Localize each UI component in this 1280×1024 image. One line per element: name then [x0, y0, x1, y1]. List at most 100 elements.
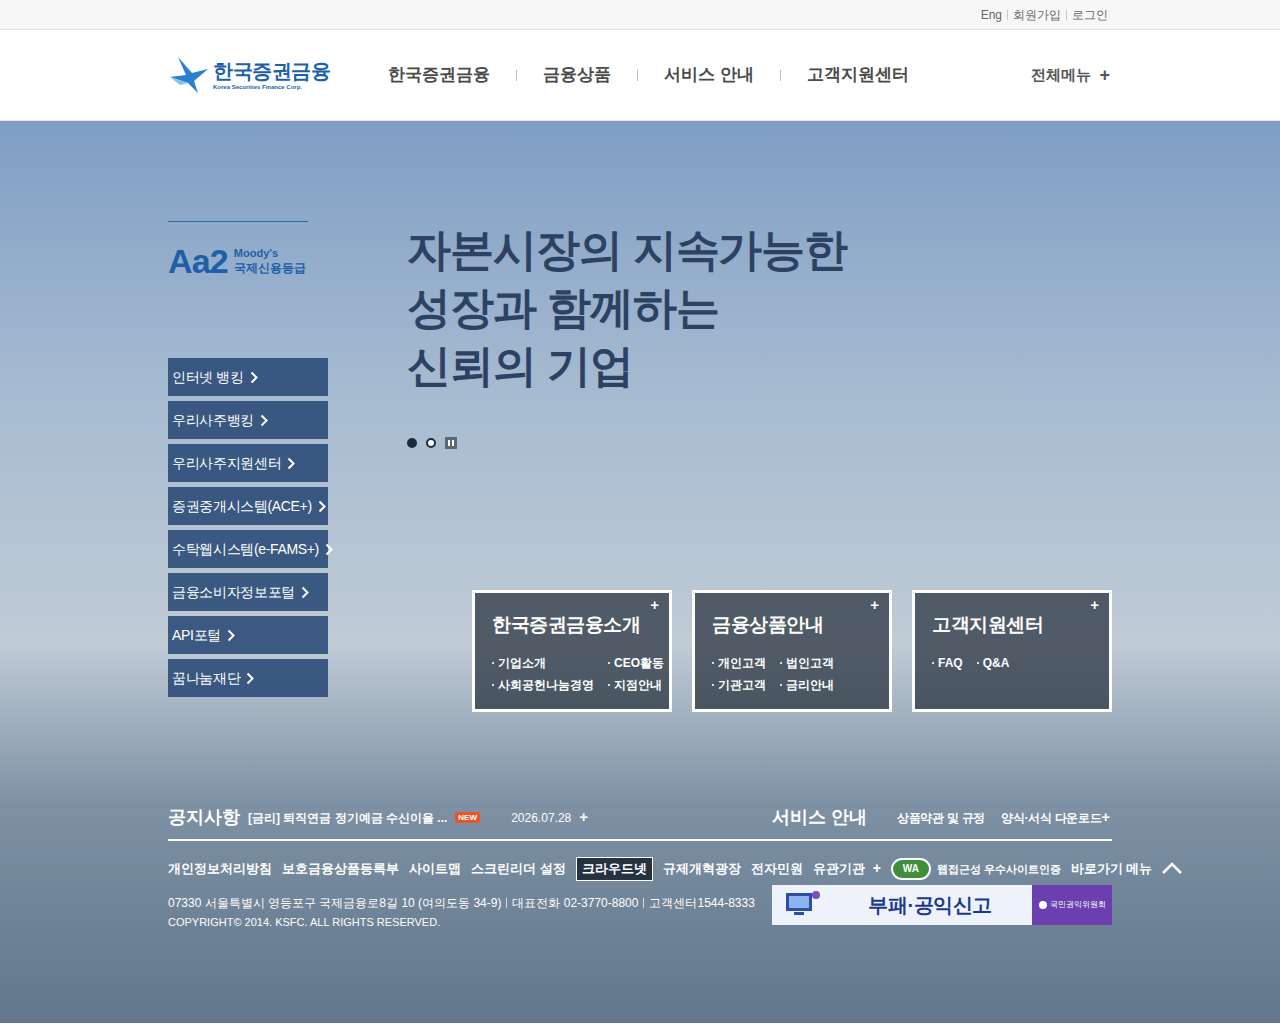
left-column: Aa2Moody's국제신용등급인터넷 뱅킹우리사주뱅킹우리사주지원센터증권중개… — [168, 221, 328, 712]
pause-icon[interactable] — [445, 437, 457, 449]
service-link[interactable]: 상품약관 및 규정 — [897, 809, 985, 827]
bullet — [780, 684, 782, 686]
page: Eng회원가입로그인한국증권금융Korea Securities Finance… — [0, 0, 1280, 1023]
card-title: 금융상품안내 — [712, 611, 872, 640]
nav-item[interactable]: 고객지원센터 — [807, 62, 909, 88]
card-link[interactable]: 금리안내 — [780, 676, 872, 694]
rating-text: Moody's국제신용등급 — [234, 247, 306, 278]
footer-link[interactable]: 전자민원 — [751, 859, 803, 879]
all-menu-button[interactable]: 전체메뉴 + — [1031, 62, 1112, 89]
top-link[interactable]: Eng — [981, 6, 1002, 24]
hero-inner: Aa2Moody's국제신용등급인터넷 뱅킹우리사주뱅킹우리사주지원센터증권중개… — [168, 121, 1112, 930]
icon-wrap — [325, 543, 333, 556]
footer-link[interactable]: 규제개혁광장 — [663, 859, 741, 879]
address-line: 07330 서울특별시 영등포구 국제금융로8길 10 (여의도동 34-9)대… — [168, 894, 755, 912]
card-link[interactable]: 사회공헌나눔경영 — [492, 676, 594, 694]
rating-grade: Aa2 — [168, 244, 228, 278]
bullet — [932, 662, 934, 664]
info-card[interactable]: +금융상품안내개인고객 법인고객기관고객 금리안내 — [692, 590, 892, 712]
quick-link[interactable]: 꿈나눔재단 — [168, 659, 328, 697]
headline-line: 신뢰의 기업 — [407, 337, 1112, 395]
plus-icon: + — [873, 858, 881, 879]
chevron-right-icon — [325, 543, 333, 556]
quick-link-label: API포털 — [172, 625, 221, 646]
logo-english: Korea Securities Finance Corp. — [213, 84, 330, 90]
banner-title: 부패·공익신고 — [828, 890, 1032, 920]
quick-links: 인터넷 뱅킹우리사주뱅킹우리사주지원센터증권중개시스템(ACE+) 수탁웹시스템(… — [168, 358, 328, 697]
chevron-right-icon — [318, 500, 326, 513]
service-link[interactable]: 양식·서식 다운로드 — [1001, 809, 1101, 827]
separator — [1066, 10, 1067, 20]
bullet — [608, 684, 610, 686]
card-link[interactable]: 기관고객 — [712, 676, 766, 694]
top-link[interactable]: 로그인 — [1072, 6, 1108, 24]
slide-dot[interactable] — [426, 438, 436, 448]
nav-item[interactable]: 한국증권금융 — [388, 62, 490, 88]
computer-icon — [772, 885, 828, 925]
all-menu-label: 전체메뉴 — [1031, 64, 1091, 87]
card-link[interactable]: 법인고객 — [780, 654, 872, 672]
card-link[interactable]: FAQ — [932, 654, 963, 672]
footer-link[interactable]: 사이트맵 — [409, 859, 461, 879]
banner-org: 국민권익위원회 — [1032, 885, 1112, 925]
footer-link[interactable]: 개인정보처리방침 — [168, 859, 272, 879]
info-card[interactable]: +한국증권금융소개기업소개CEO활동사회공헌나눔경영지점안내 — [472, 590, 672, 712]
footer-link[interactable]: 유관기관+ — [813, 858, 881, 879]
info-cards: + 한국증권금융소개기업소개 CEO활동사회공헌나눔경영 지점안내 +금융상품안내개인고… — [407, 590, 1112, 712]
card-link[interactable]: 기업소개 — [492, 654, 594, 672]
plus-icon[interactable]: + — [1101, 806, 1112, 829]
footer-link[interactable]: 보호금융상품등록부 — [282, 859, 399, 879]
notice-text[interactable]: [금리] 퇴직연금 정기예금 수신이율 ... — [248, 809, 447, 827]
header-inner: 한국증권금융Korea Securities Finance Corp.한국증권… — [168, 30, 1112, 120]
bullet — [780, 662, 782, 664]
quick-link[interactable]: 증권중개시스템(ACE+) — [168, 487, 328, 525]
main-nav: 한국증권금융 금융상품 서비스 안내 고객지원센터 — [388, 62, 909, 88]
card-link[interactable]: 개인고객 — [712, 654, 766, 672]
logo[interactable]: 한국증권금융Korea Securities Finance Corp. — [168, 55, 330, 95]
quick-link[interactable]: 우리사주뱅킹 — [168, 401, 328, 439]
card-title: 한국증권금융소개 — [492, 611, 652, 640]
footer-link[interactable]: 크라우드넷 — [576, 857, 653, 881]
icon-wrap — [168, 55, 210, 95]
icon-wrap — [301, 586, 309, 599]
plus-icon: + — [870, 597, 879, 612]
quick-link[interactable]: 인터넷 뱅킹 — [168, 358, 328, 396]
nav-item[interactable]: 금융상품 — [543, 62, 611, 88]
card-link[interactable]: CEO활동 — [608, 654, 664, 672]
separator — [643, 898, 644, 908]
accessibility-badge[interactable]: WA웹접근성 우수사이트인증 — [891, 858, 1061, 880]
card-link-label: 사회공헌나눔경영 — [498, 676, 594, 694]
report-banner[interactable]: 부패·공익신고 국민권익위원회 — [772, 885, 1112, 925]
plus-icon: + — [1099, 62, 1112, 89]
chevron-up-icon — [1161, 862, 1183, 875]
card-link-label: FAQ — [938, 654, 963, 672]
slide-dot[interactable] — [407, 438, 417, 448]
card-links: FAQ Q&A — [932, 654, 1092, 672]
quick-link-label: 수탁웹시스템(e-FAMS+) — [172, 539, 319, 560]
wa-mark: WA — [891, 858, 931, 880]
top-links: Eng 회원가입 로그인 — [168, 0, 1112, 29]
bullet — [712, 662, 714, 664]
quick-link[interactable]: 금융소비자정보포털 — [168, 573, 328, 611]
service-label: 서비스 안내 — [772, 804, 867, 831]
card-title: 고객지원센터 — [932, 611, 1092, 640]
plus-icon[interactable]: + — [579, 806, 588, 829]
quick-link[interactable]: 우리사주지원센터 — [168, 444, 328, 482]
card-link-label: Q&A — [983, 654, 1010, 672]
shortcut-menu[interactable]: 바로가기 메뉴 — [1071, 859, 1183, 879]
card-link[interactable]: Q&A — [977, 654, 1092, 672]
chevron-right-icon — [301, 586, 309, 599]
quick-link-label: 금융소비자정보포털 — [172, 582, 295, 603]
card-link[interactable]: 지점안내 — [608, 676, 664, 694]
footer-link[interactable]: 스크린리더 설정 — [471, 859, 566, 879]
info-card[interactable]: +고객지원센터FAQQ&A — [912, 590, 1112, 712]
chevron-right-icon — [260, 414, 268, 427]
nav-item[interactable]: 서비스 안내 — [664, 62, 754, 88]
card-link-label: 기업소개 — [498, 654, 546, 672]
quick-link[interactable]: 수탁웹시스템(e-FAMS+) — [168, 530, 328, 568]
top-link[interactable]: 회원가입 — [1013, 6, 1061, 24]
bullet — [977, 662, 979, 664]
quick-link[interactable]: API포털 — [168, 616, 328, 654]
icon-wrap — [246, 672, 254, 685]
banner-org-label: 국민권익위원회 — [1050, 899, 1106, 911]
